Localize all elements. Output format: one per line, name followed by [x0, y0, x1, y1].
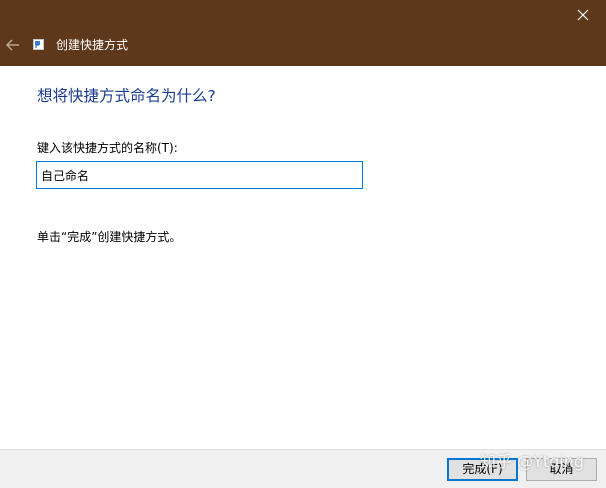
close-icon: [577, 9, 589, 21]
window-title: 创建快捷方式: [56, 38, 129, 52]
shortcut-name-label: 键入该快捷方式的名称(T):: [37, 141, 178, 155]
close-button[interactable]: [560, 0, 606, 30]
finish-button[interactable]: 完成(F): [447, 458, 518, 481]
back-button[interactable]: [2, 34, 24, 56]
button-bar: 完成(F) 取消: [0, 449, 606, 488]
back-arrow-icon: [5, 39, 19, 51]
cancel-button[interactable]: 取消: [526, 458, 597, 481]
shortcut-name-input[interactable]: [36, 161, 363, 189]
title-bar: 创建快捷方式: [0, 0, 606, 66]
page-heading: 想将快捷方式命名为什么?: [37, 87, 216, 105]
finish-hint-text: 单击“完成”创建快捷方式。: [37, 230, 182, 244]
shortcut-icon: [33, 39, 44, 50]
